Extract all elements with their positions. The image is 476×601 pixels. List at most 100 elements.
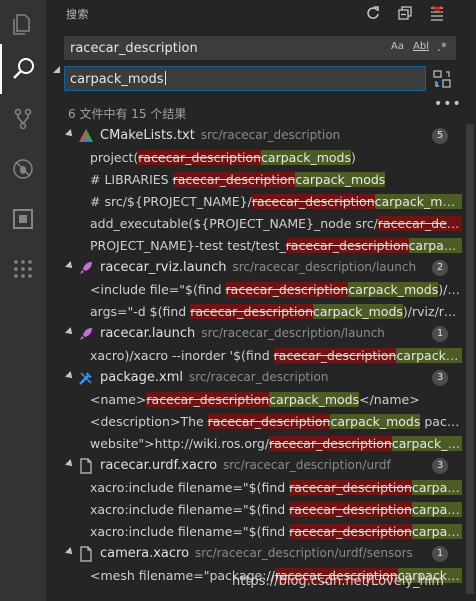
file-result-row[interactable]: racecar.launch src/racecar_description/la… (46, 323, 476, 345)
match-row[interactable]: <description>The racecar_descriptioncarp… (46, 411, 476, 433)
file-icon (78, 458, 94, 474)
match-row[interactable]: xacro:include filename="$(find racecar_d… (46, 499, 476, 521)
watermark: https://blog.csdn.net/Lovely_him (232, 574, 445, 589)
match-removed-text: racecar_description (289, 524, 412, 539)
match-prefix: xacro:include filename="$(find (90, 480, 290, 495)
file-name: CMakeLists.txt src/racecar_description (100, 128, 341, 143)
match-preview: # src/${PROJECT_NAME}/racecar_descriptio… (90, 194, 462, 209)
match-prefix: xacro:include filename="$(find (90, 524, 290, 539)
expand-chevron-icon[interactable] (65, 459, 75, 469)
replace-value: carpack_mods (70, 71, 166, 87)
rocket-icon (78, 260, 94, 276)
file-name: racecar_rviz.launch src/racecar_descripti… (100, 260, 417, 275)
match-inserted-text: carpack_mods (348, 282, 439, 297)
regex-toggle[interactable]: .* (437, 40, 447, 54)
match-preview: # LIBRARIES racecar_descriptioncarpack_m… (90, 172, 462, 187)
debug-icon[interactable] (0, 144, 46, 194)
file-result-row[interactable]: package.xml src/racecar_description 3 (46, 367, 476, 389)
match-count-badge: 3 (432, 458, 448, 474)
match-count-badge: 1 (432, 546, 448, 562)
file-name: racecar.launch src/racecar_description/la… (100, 326, 385, 341)
match-row[interactable]: xacro)/xacro --inorder '$(find racecar_d… (46, 345, 476, 367)
match-preview: xacro)/xacro --inorder '$(find racecar_d… (90, 348, 462, 363)
match-count-badge: 5 (432, 128, 448, 144)
match-row[interactable]: PROJECT_NAME}-test test/test_racecar_des… (46, 235, 476, 257)
file-result-row[interactable]: racecar.urdf.xacro src/racecar_descriptio… (46, 455, 476, 477)
match-inserted-text: carpack_mods (411, 480, 462, 495)
match-removed-text: racecar_description (289, 480, 412, 495)
match-preview: project(racecar_descriptioncarpack_mods) (90, 150, 462, 165)
results-scrollbar[interactable] (464, 120, 476, 601)
file-result-row[interactable]: CMakeLists.txt src/racecar_description 5 (46, 125, 476, 147)
match-preview: PROJECT_NAME}-test test/test_racecar_des… (90, 238, 462, 253)
file-name: racecar.urdf.xacro src/racecar_descriptio… (100, 458, 391, 473)
match-count-badge: 1 (432, 326, 448, 342)
match-prefix: project( (90, 150, 139, 165)
search-sidebar: 搜索 racecar_description Aa Abl .* carpack… (46, 0, 476, 601)
expand-chevron-icon[interactable] (65, 547, 75, 557)
match-row[interactable]: xacro:include filename="$(find racecar_d… (46, 477, 476, 499)
expand-chevron-icon[interactable] (65, 129, 75, 139)
file-path: src/racecar_description/launch (201, 326, 385, 340)
match-removed-text: racecar_description (138, 150, 262, 165)
match-removed-text: racecar_description (251, 194, 375, 209)
match-removed-text: racecar_description (225, 282, 349, 297)
extensions-icon[interactable] (0, 194, 46, 244)
file-path: src/racecar_description/urdf (223, 458, 391, 472)
replace-all-icon[interactable] (432, 69, 452, 89)
match-suffix: </name> (359, 392, 420, 407)
file-result-row[interactable]: racecar_rviz.launch src/racecar_descripti… (46, 257, 476, 279)
file-name: package.xml src/racecar_description (100, 370, 329, 385)
toggle-replace-chevron-icon[interactable] (52, 60, 62, 73)
match-row[interactable]: project(racecar_descriptioncarpack_mods) (46, 147, 476, 169)
match-preview: xacro:include filename="$(find racecar_d… (90, 524, 462, 539)
source-control-icon[interactable] (0, 94, 46, 144)
match-prefix: website">http://wiki.ros.org/ (90, 436, 270, 451)
match-count-badge: 2 (432, 260, 448, 276)
refresh-icon[interactable] (364, 4, 382, 22)
file-path: src/racecar_description (188, 370, 329, 384)
apps-grid-icon[interactable] (0, 244, 46, 294)
more-options-icon[interactable]: ••• (434, 96, 462, 112)
explorer-icon[interactable] (0, 0, 46, 50)
match-preview: <description>The racecar_descriptioncarp… (90, 414, 462, 429)
expand-chevron-icon[interactable] (65, 371, 75, 381)
match-inserted-text: carpack_mods (408, 238, 462, 253)
match-row[interactable]: xacro:include filename="$(find racecar_d… (46, 521, 476, 543)
match-row[interactable]: website">http://wiki.ros.org/racecar_des… (46, 433, 476, 455)
replace-input[interactable]: carpack_mods (64, 66, 426, 91)
match-row[interactable]: add_executable(${PROJECT_NAME}_node src/… (46, 213, 476, 235)
expand-chevron-icon[interactable] (65, 261, 75, 271)
activity-bar (0, 0, 46, 601)
sidebar-title: 搜索 (66, 8, 89, 21)
match-removed-text: racecar_description (273, 348, 397, 363)
match-inserted-text: carpack_mods (391, 436, 462, 451)
match-row[interactable]: <include file="$(find racecar_descriptio… (46, 279, 476, 301)
whole-word-toggle[interactable]: Abl (413, 41, 429, 52)
match-preview: website">http://wiki.ros.org/racecar_des… (90, 436, 462, 451)
clear-results-icon[interactable] (428, 4, 446, 22)
file-icon (78, 546, 94, 562)
match-prefix: # src/${PROJECT_NAME}/ (90, 194, 252, 209)
collapse-all-icon[interactable] (396, 4, 414, 22)
match-row[interactable]: <name>racecar_descriptioncarpack_mods</n… (46, 389, 476, 411)
match-inserted-text: carpack_mods (330, 414, 421, 429)
match-removed-text: racecar_description (172, 172, 296, 187)
search-icon[interactable] (0, 44, 46, 94)
scrollbar-thumb[interactable] (466, 124, 474, 594)
match-suffix: )/launch/racecar.launch" /> (438, 282, 462, 297)
match-preview: add_executable(${PROJECT_NAME}_node src/… (90, 216, 462, 231)
match-inserted-text: carpack_mods (411, 502, 462, 517)
expand-chevron-icon[interactable] (65, 327, 75, 337)
match-removed-text: racecar_description (269, 436, 392, 451)
match-row[interactable]: # src/${PROJECT_NAME}/racecar_descriptio… (46, 191, 476, 213)
match-preview: xacro:include filename="$(find racecar_d… (90, 502, 462, 517)
match-removed-text: racecar_description (190, 304, 313, 319)
search-input[interactable]: racecar_description Aa Abl .* (64, 36, 456, 60)
match-inserted-text: carpack_mods (411, 524, 462, 539)
match-case-toggle[interactable]: Aa (391, 41, 404, 52)
match-prefix: add_executable(${PROJECT_NAME}_node src/ (90, 216, 378, 231)
file-result-row[interactable]: camera.xacro src/racecar_description/urdf… (46, 543, 476, 565)
match-row[interactable]: args="-d $(find racecar_descriptioncarpa… (46, 301, 476, 323)
match-row[interactable]: # LIBRARIES racecar_descriptioncarpack_m… (46, 169, 476, 191)
